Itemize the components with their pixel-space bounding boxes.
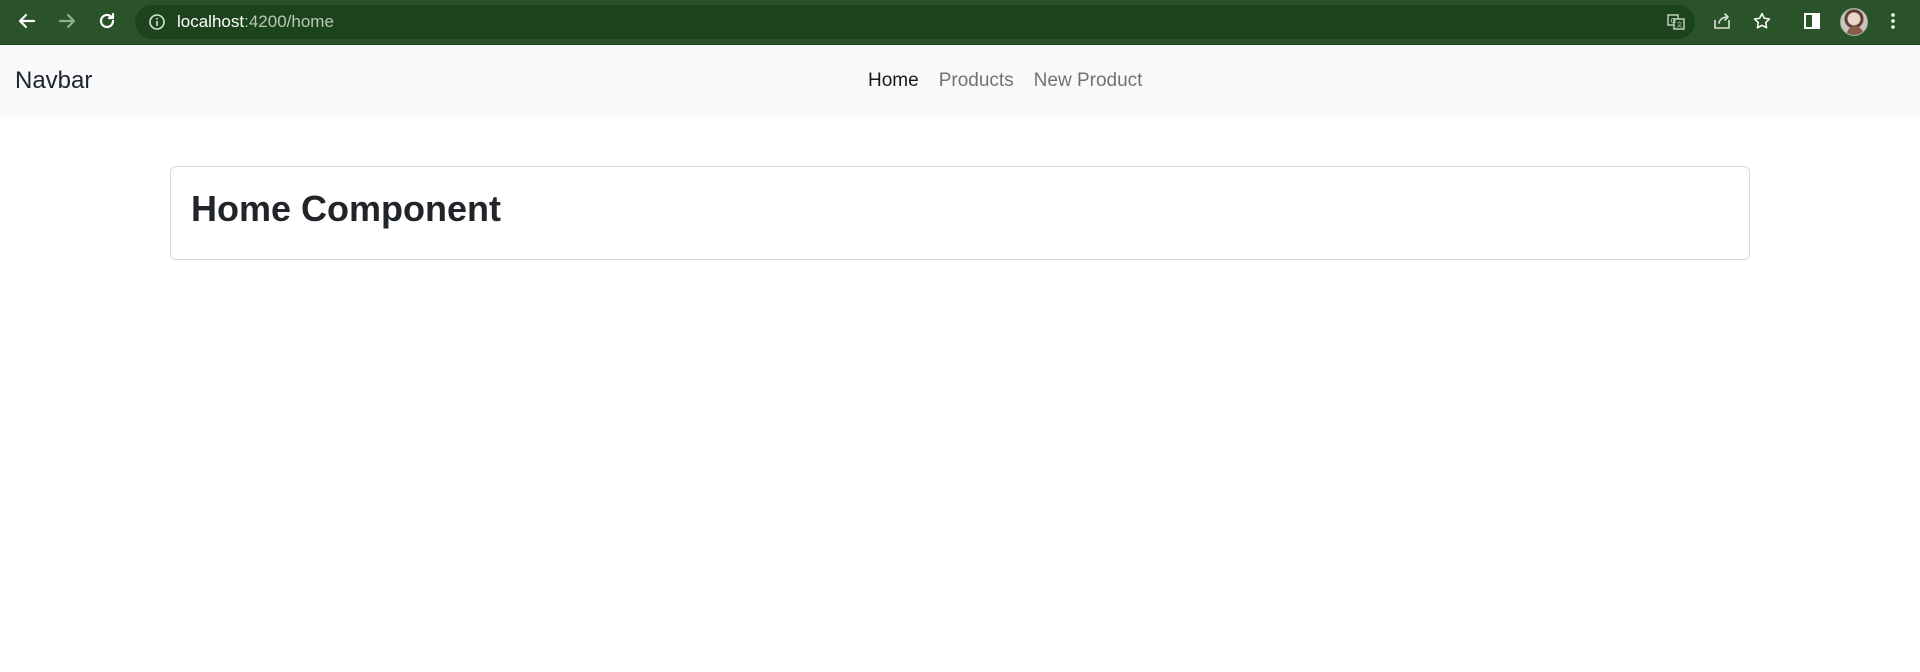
- svg-text:G: G: [1671, 17, 1676, 25]
- navbar-brand[interactable]: Navbar: [15, 45, 92, 116]
- back-arrow-icon: [18, 13, 36, 29]
- reload-icon: [99, 12, 115, 29]
- forward-arrow-icon: [58, 13, 76, 29]
- menu-button[interactable]: [1880, 8, 1906, 34]
- url-text[interactable]: localhost:4200/home: [177, 5, 334, 39]
- translate-button[interactable]: G 文: [1663, 10, 1689, 34]
- avatar[interactable]: [1840, 8, 1868, 36]
- share-icon: [1714, 13, 1730, 29]
- side-panel-icon: [1804, 13, 1820, 29]
- address-bar[interactable]: localhost:4200/home G 文: [135, 5, 1695, 39]
- star-icon: [1753, 12, 1771, 29]
- back-button[interactable]: [14, 8, 40, 34]
- nav-link-home[interactable]: Home: [858, 45, 929, 116]
- navbar: Navbar Home Products New Product: [0, 45, 1920, 116]
- nav-links: Home Products New Product: [858, 45, 1152, 116]
- url-host: localhost: [177, 12, 245, 31]
- bookmark-button[interactable]: [1749, 8, 1775, 34]
- share-button[interactable]: [1709, 8, 1735, 34]
- card-title: Home Component: [191, 188, 501, 229]
- url-path: :4200/home: [244, 12, 334, 31]
- translate-icon: G 文: [1667, 14, 1685, 30]
- info-icon[interactable]: [148, 13, 166, 31]
- more-vert-icon: [1891, 13, 1895, 29]
- side-panel-button[interactable]: [1799, 8, 1825, 34]
- browser-toolbar: localhost:4200/home G 文: [0, 0, 1920, 45]
- forward-button[interactable]: [54, 8, 80, 34]
- nav-link-products[interactable]: Products: [929, 45, 1024, 116]
- svg-text:文: 文: [1677, 21, 1683, 29]
- home-card: Home Component: [170, 166, 1750, 260]
- reload-button[interactable]: [94, 8, 120, 34]
- nav-link-new-product[interactable]: New Product: [1024, 45, 1153, 116]
